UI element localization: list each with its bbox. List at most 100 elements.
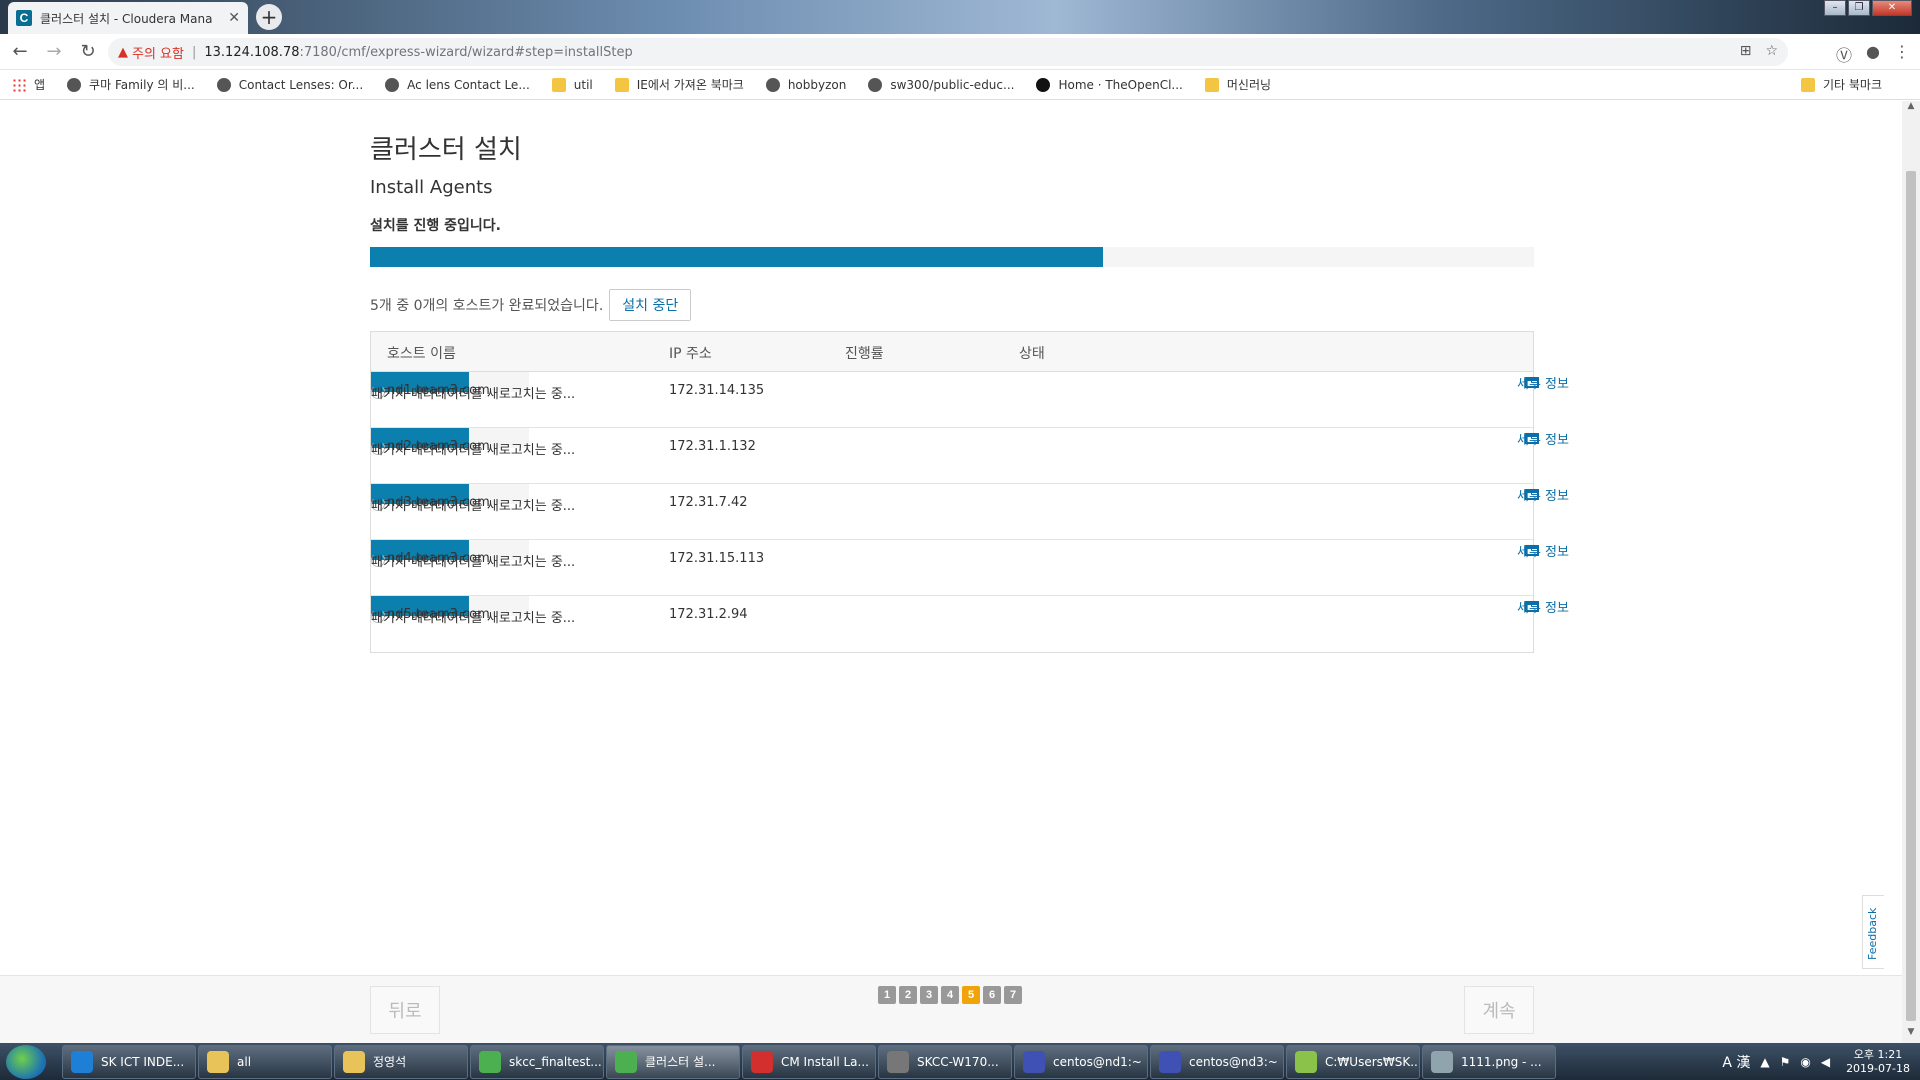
table-row: nd3.team3.com 172.31.7.42 패키지 메타데이터를 새로고치는…: [371, 484, 1569, 540]
task-label: skcc_finaltest...: [509, 1054, 602, 1069]
restore-window-button[interactable]: ❐: [1848, 0, 1870, 16]
taskbar-task[interactable]: centos@nd1:~: [1014, 1044, 1148, 1079]
volume-icon[interactable]: ◀: [1821, 1055, 1830, 1069]
taskbar-task[interactable]: centos@nd3:~: [1150, 1044, 1284, 1079]
close-tab-icon[interactable]: ✕: [228, 10, 240, 26]
globe-icon: [868, 77, 883, 92]
close-window-button[interactable]: ✕: [1872, 0, 1912, 16]
profile-icon[interactable]: ●: [1866, 42, 1880, 66]
task-label: centos@nd1:~: [1053, 1054, 1142, 1069]
menu-kebab-icon[interactable]: ⋮: [1894, 42, 1910, 66]
start-button[interactable]: [6, 1044, 46, 1079]
scroll-down-icon[interactable]: ▼: [1902, 1027, 1920, 1043]
wizard-steps: 1234567: [878, 986, 1022, 1004]
other-bookmarks[interactable]: 기타 북마크: [1800, 76, 1882, 93]
app-icon: [71, 1050, 93, 1073]
wizard-footer: 뒤로 1234567 계속: [0, 975, 1902, 1043]
bookmark-item[interactable]: Contact Lenses: Or...: [216, 77, 363, 92]
system-tray: A 漢 ▲ ⚑ ◉ ◀ 오후 1:21 2019-07-18: [1722, 1043, 1920, 1080]
popup-window-icon: [1525, 600, 1539, 612]
taskbar-task[interactable]: 클러스터 설...: [606, 1044, 740, 1079]
wizard-step[interactable]: 5: [962, 986, 980, 1004]
scroll-up-icon[interactable]: ▲: [1902, 101, 1920, 117]
taskbar-tasks: SK ICT INDE... all 정영석 skcc_finaltest... 클러스…: [62, 1044, 1558, 1079]
wizard-step[interactable]: 3: [920, 986, 938, 1004]
taskbar-task[interactable]: 1111.png - ...: [1422, 1044, 1556, 1079]
app-icon: [1023, 1050, 1045, 1073]
page-scrollbar[interactable]: ▲ ▼: [1902, 101, 1920, 1043]
task-label: SK ICT INDE...: [101, 1054, 185, 1069]
taskbar-task[interactable]: SK ICT INDE...: [62, 1044, 196, 1079]
app-icon: [479, 1050, 501, 1073]
app-icon: [751, 1050, 773, 1073]
task-label: centos@nd3:~: [1189, 1054, 1278, 1069]
task-label: CM Install La...: [781, 1054, 869, 1069]
bookmark-folder[interactable]: IE에서 가져온 북마크: [614, 76, 744, 93]
completion-summary: 5개 중 0개의 호스트가 완료되었습니다. 설치 중단: [370, 289, 692, 321]
back-button[interactable]: 뒤로: [370, 986, 440, 1034]
globe-icon: [216, 77, 231, 92]
completed-hosts-text: 5개 중 0개의 호스트가 완료되었습니다.: [370, 298, 604, 314]
browser-tab[interactable]: C 클러스터 설치 - Cloudera Mana ✕: [8, 2, 248, 34]
extension-v-icon[interactable]: Ⓥ: [1836, 42, 1852, 66]
bookmark-apps[interactable]: 앱: [12, 76, 45, 93]
globe-icon: [67, 77, 82, 92]
folder-icon: [551, 77, 566, 92]
clock[interactable]: 오후 1:21 2019-07-18: [1846, 1048, 1910, 1076]
bookmark-item[interactable]: 쿠마 Family 의 비...: [67, 76, 195, 93]
page-content: 클러스터 설치 Install Agents 설치를 진행 중입니다. 5개 중…: [0, 101, 1902, 1043]
omnibox-actions: ⊞ ☆: [1740, 43, 1778, 59]
url-host: 13.124.108.78: [204, 44, 300, 60]
taskbar-task[interactable]: C:₩Users₩SK...: [1286, 1044, 1420, 1079]
network-icon[interactable]: ◉: [1800, 1055, 1810, 1069]
status-text: 패키지 메타데이터를 새로고치는 중...: [371, 442, 576, 458]
security-warning-label[interactable]: 주의 요함: [132, 43, 184, 62]
bookmark-item[interactable]: sw300/public-educ...: [868, 77, 1014, 92]
wizard-step[interactable]: 4: [941, 986, 959, 1004]
reload-icon[interactable]: ↻: [74, 38, 102, 66]
wizard-step[interactable]: 7: [1004, 986, 1022, 1004]
task-label: 1111.png - ...: [1461, 1054, 1542, 1069]
app-icon: [887, 1050, 909, 1073]
wizard-step[interactable]: 1: [878, 986, 896, 1004]
bookmark-folder[interactable]: 머신러닝: [1204, 76, 1272, 93]
scrollbar-thumb[interactable]: [1906, 171, 1916, 1021]
feedback-tab[interactable]: Feedback: [1862, 895, 1884, 969]
translate-icon[interactable]: ⊞: [1740, 43, 1752, 59]
bookmark-item[interactable]: Home · TheOpenCl...: [1036, 77, 1183, 92]
wizard-step[interactable]: 6: [983, 986, 1001, 1004]
back-arrow-icon[interactable]: ←: [6, 38, 34, 66]
ip-address: 172.31.2.94: [669, 607, 748, 622]
bookmark-item[interactable]: Ac lens Contact Le...: [385, 77, 530, 92]
forward-arrow-icon[interactable]: →: [40, 38, 68, 66]
header-ip-address: IP 주소: [669, 346, 712, 362]
task-label: 정영석: [373, 1055, 407, 1069]
tray-arrow-icon[interactable]: ▲: [1760, 1055, 1769, 1069]
taskbar-task[interactable]: SKCC-W170...: [878, 1044, 1012, 1079]
ime-indicator[interactable]: A 漢: [1722, 1052, 1750, 1072]
address-bar[interactable]: ▲ 주의 요함 | 13.124.108.78 :7180/cmf/expres…: [108, 38, 1788, 66]
bookmarks-bar: 앱 쿠마 Family 의 비... Contact Lenses: Or...…: [0, 70, 1920, 100]
status-text: 패키지 메타데이터를 새로고치는 중...: [371, 498, 576, 514]
bookmark-folder[interactable]: util: [551, 77, 593, 92]
bookmark-label: hobbyzon: [787, 77, 847, 92]
taskbar-task[interactable]: CM Install La...: [742, 1044, 876, 1079]
new-tab-button[interactable]: +: [256, 4, 282, 30]
bookmark-star-icon[interactable]: ☆: [1765, 43, 1778, 59]
flag-icon[interactable]: ⚑: [1780, 1055, 1791, 1069]
page-title: 클러스터 설치: [370, 135, 522, 165]
wizard-step[interactable]: 2: [899, 986, 917, 1004]
stop-install-button[interactable]: 설치 중단: [609, 289, 692, 321]
taskbar-task[interactable]: skcc_finaltest...: [470, 1044, 604, 1079]
ip-address: 172.31.15.113: [669, 551, 765, 566]
bookmark-item[interactable]: hobbyzon: [765, 77, 847, 92]
popup-window-icon: [1525, 544, 1539, 556]
bookmark-label: Home · TheOpenCl...: [1058, 77, 1183, 92]
continue-button[interactable]: 계속: [1464, 986, 1534, 1034]
taskbar-task[interactable]: 정영석: [334, 1044, 468, 1079]
minimize-window-button[interactable]: –: [1824, 0, 1846, 16]
taskbar-task[interactable]: all: [198, 1044, 332, 1079]
browser-tab-bar: C 클러스터 설치 - Cloudera Mana ✕ + – ❐ ✕: [0, 0, 1920, 34]
table-header: 호스트 이름 IP 주소 진행률 상태: [371, 332, 1533, 372]
bookmark-label: 머신러닝: [1226, 78, 1272, 92]
